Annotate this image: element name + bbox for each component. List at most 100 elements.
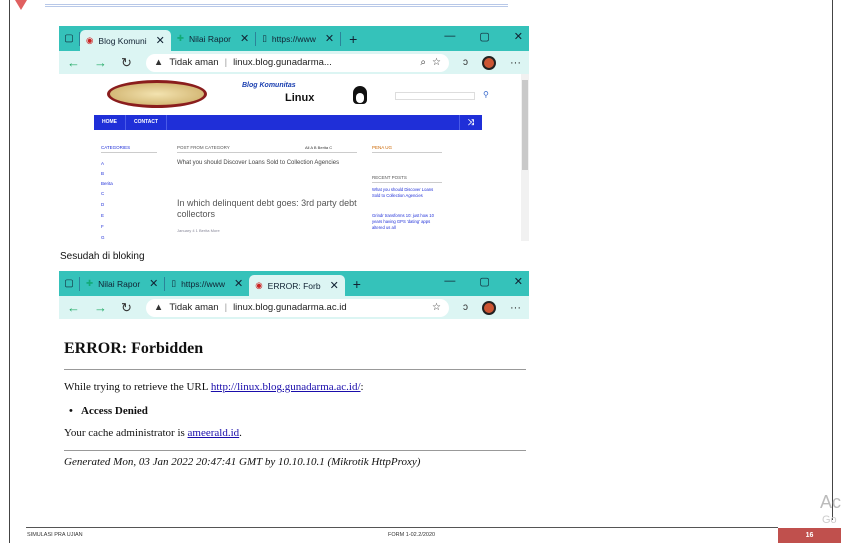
post-title-large[interactable]: In which delinquent debt goes: 3rd party…: [177, 198, 357, 221]
category-d[interactable]: D: [101, 202, 104, 207]
tab-nilai[interactable]: ✚ Nilai Rapor ✕: [80, 273, 164, 294]
scrollbar[interactable]: [521, 74, 529, 241]
close-icon[interactable]: ✕: [325, 32, 334, 45]
category-f[interactable]: F: [101, 224, 104, 229]
page-icon: ▯: [171, 278, 177, 288]
close-icon[interactable]: ✕: [240, 32, 249, 45]
window-controls: — ▢ ✕: [444, 275, 523, 288]
blog-viewport: Blog Komunitas Linux ⚲ HOME CONTACT ⤨ CA…: [59, 74, 529, 241]
url-text: linux.blog.gunadarma.ac.id: [233, 302, 347, 313]
zoom-icon[interactable]: ⌕: [420, 57, 426, 68]
window-controls: — ▢ ✕: [444, 30, 523, 43]
back-icon[interactable]: ←: [67, 55, 80, 70]
divider: |: [224, 57, 228, 68]
opera-icon: ◉: [86, 35, 94, 45]
divider: [79, 276, 80, 291]
category-berita[interactable]: Berita: [101, 181, 113, 186]
blog-menu: HOME CONTACT ⤨: [94, 115, 482, 130]
close-window-icon[interactable]: ✕: [514, 30, 523, 43]
access-denied-item: Access Denied: [69, 405, 148, 417]
warning-icon: ▲: [153, 57, 164, 68]
security-label: Tidak aman: [169, 302, 219, 313]
tab-actions-icon[interactable]: ▢: [59, 33, 79, 44]
more-menu-icon[interactable]: ···: [510, 302, 521, 314]
tab-blog[interactable]: ◉ Blog Komuni ✕: [80, 30, 171, 51]
category-g[interactable]: G: [101, 235, 105, 240]
divider: |: [224, 302, 228, 313]
top-rule: [45, 4, 508, 7]
activation-watermark-sub: Go: [822, 514, 837, 526]
menu-contact[interactable]: CONTACT: [126, 115, 168, 130]
refresh-icon[interactable]: ↻: [121, 55, 132, 71]
category-b[interactable]: B: [101, 171, 104, 176]
error-title: ERROR: Forbidden: [64, 340, 204, 357]
retrieve-url-link[interactable]: http://linux.blog.gunadarma.ac.id/: [211, 381, 361, 393]
tab-https[interactable]: ▯ https://www ✕: [165, 273, 249, 294]
page-frame-right: [832, 0, 833, 520]
more-menu-icon[interactable]: ···: [510, 57, 521, 69]
address-bar: ← → ↻ ▲ Tidak aman | linux.blog.gunadarm…: [59, 296, 529, 319]
admin-link[interactable]: ameerald.id: [188, 427, 240, 439]
blog-search-input[interactable]: [395, 92, 475, 100]
url-field[interactable]: ▲ Tidak aman | linux.blog.gunadarma... ⌕…: [145, 53, 449, 72]
scrollbar-thumb[interactable]: [522, 80, 528, 170]
browser-window-after: ▢ ✚ Nilai Rapor ✕ ▯ https://www ✕ ◉ ERRO…: [59, 271, 529, 478]
address-bar: ← → ↻ ▲ Tidak aman | linux.blog.gunadarm…: [59, 51, 529, 74]
extension-icon[interactable]: ↄ: [463, 57, 468, 68]
divider: [164, 276, 166, 291]
categories-heading: CATEGORIES: [101, 145, 157, 153]
close-icon[interactable]: ✕: [149, 277, 158, 290]
maximize-icon[interactable]: ▢: [479, 30, 489, 43]
tab-error[interactable]: ◉ ERROR: Forb ✕: [249, 275, 345, 296]
refresh-icon[interactable]: ↻: [121, 300, 132, 316]
tab-label: Blog Komuni: [98, 35, 147, 46]
caption: Sesudah di bloking: [60, 251, 145, 262]
footer-middle: FORM 1-02.2/2020: [388, 532, 436, 538]
favorite-icon[interactable]: ☆: [432, 302, 441, 313]
tab-label: https://www: [181, 278, 226, 289]
forward-icon[interactable]: →: [94, 300, 107, 315]
recent-post[interactable]: Grindr transforms 10: just how 10 years …: [372, 213, 442, 231]
category-c[interactable]: C: [101, 191, 104, 196]
warning-icon: ▲: [153, 302, 164, 313]
shuffle-icon[interactable]: ⤨: [458, 115, 482, 130]
category-filters[interactable]: All A B Berita C: [305, 145, 332, 150]
divider: [64, 369, 526, 370]
tab-nilai[interactable]: ✚ Nilai Rapor ✕: [171, 28, 255, 49]
close-icon[interactable]: ✕: [234, 277, 243, 290]
activation-watermark: Ac: [820, 492, 841, 512]
close-icon[interactable]: ✕: [330, 279, 339, 292]
generated-line: Generated Mon, 03 Jan 2022 20:47:41 GMT …: [64, 456, 421, 468]
forward-icon[interactable]: →: [94, 55, 107, 70]
divider: [64, 450, 526, 451]
security-label: Tidak aman: [169, 57, 219, 68]
post-title-small[interactable]: What you should Discover Loans Sold to C…: [177, 160, 357, 168]
maximize-icon[interactable]: ▢: [479, 275, 489, 288]
back-icon[interactable]: ←: [67, 300, 80, 315]
tab-label: Nilai Rapor: [98, 278, 141, 289]
close-icon[interactable]: ✕: [156, 34, 165, 47]
blog-title: Blog Komunitas: [242, 82, 296, 89]
avatar[interactable]: [482, 300, 496, 315]
recent-post[interactable]: What you should Discover Loans Sold to C…: [372, 187, 442, 199]
tab-actions-icon[interactable]: ▢: [59, 278, 79, 289]
pena-heading: PENA UG: [372, 145, 442, 153]
menu-home[interactable]: HOME: [94, 115, 126, 130]
minimize-icon[interactable]: —: [444, 275, 455, 288]
new-tab-icon[interactable]: +: [341, 31, 365, 47]
favorite-icon[interactable]: ☆: [432, 57, 441, 68]
url-field[interactable]: ▲ Tidak aman | linux.blog.gunadarma.ac.i…: [145, 298, 449, 317]
tab-https[interactable]: ▯ https://www ✕: [256, 28, 340, 49]
category-a[interactable]: A: [101, 161, 104, 166]
category-e[interactable]: E: [101, 213, 104, 218]
tab-label: Nilai Rapor: [188, 33, 232, 44]
admin-message: Your cache administrator is ameerald.id.: [64, 427, 242, 439]
extension-icon[interactable]: ↄ: [463, 302, 468, 313]
search-icon[interactable]: ⚲: [483, 90, 489, 99]
minimize-icon[interactable]: —: [444, 30, 455, 43]
avatar[interactable]: [482, 55, 496, 70]
tab-bar: ▢ ✚ Nilai Rapor ✕ ▯ https://www ✕ ◉ ERRO…: [59, 271, 529, 296]
plus-cross-icon: ✚: [176, 33, 184, 43]
new-tab-icon[interactable]: +: [345, 276, 369, 292]
close-window-icon[interactable]: ✕: [514, 275, 523, 288]
